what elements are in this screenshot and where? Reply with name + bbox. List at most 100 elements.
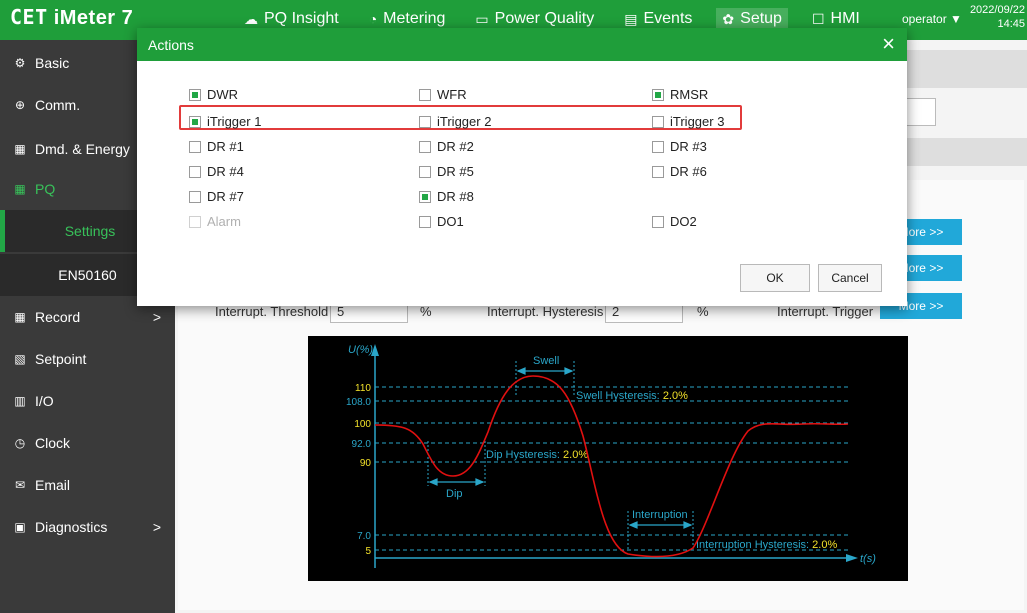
dip-label: Dip [446, 488, 463, 500]
interruption-hysteresis-label: Interruption Hysteresis: 2.0% [696, 539, 837, 551]
dialog-header: Actions × [137, 28, 907, 61]
option-dr-3[interactable]: DR #3 [652, 139, 707, 154]
checkbox[interactable] [419, 140, 431, 153]
checkbox[interactable] [189, 140, 201, 153]
settings-input[interactable] [906, 98, 936, 126]
option-alarm: Alarm [189, 214, 241, 229]
checkbox[interactable] [652, 140, 664, 153]
arrow-left-icon [428, 478, 438, 486]
option-wfr[interactable]: WFR [419, 87, 467, 102]
option-label: DR #4 [207, 164, 244, 179]
nav-hmi[interactable]: ☐ HMI [806, 8, 866, 30]
nav-label: Power Quality [494, 10, 595, 27]
option-itrigger-1[interactable]: iTrigger 1 [189, 114, 261, 129]
interruption-label: Interruption [632, 509, 688, 521]
option-label: DO1 [437, 214, 464, 229]
swell-label: Swell [533, 355, 559, 367]
pq-icon: ▦ [14, 182, 26, 196]
checkbox[interactable] [189, 115, 201, 128]
ok-button[interactable]: OK [740, 264, 810, 292]
main-nav: ☁ PQ Insight ◔ Metering ▭ Power Quality ▤ Ev… [238, 8, 866, 30]
option-do2[interactable]: DO2 [652, 214, 697, 229]
option-label: iTrigger 1 [207, 114, 262, 129]
basic-icon: ⚙ [14, 56, 26, 70]
datetime: 2022/09/22 14:45 [970, 3, 1025, 31]
dialog-title: Actions [148, 37, 194, 53]
nav-label: HMI [830, 10, 860, 27]
option-label: DR #6 [670, 164, 707, 179]
option-dr-4[interactable]: DR #4 [189, 164, 244, 179]
checkbox[interactable] [419, 190, 431, 203]
sidebar-item-label: Basic [35, 55, 70, 71]
option-dr-6[interactable]: DR #6 [652, 164, 707, 179]
option-label: DR #5 [437, 164, 474, 179]
interrupt-threshold-label: Interrupt. Threshold [215, 304, 329, 319]
record-icon: ▦ [14, 310, 26, 324]
nav-label: PQ Insight [264, 10, 339, 27]
sidebar-item-diagnostics[interactable]: ▣ Diagnostics > [0, 506, 175, 548]
option-label: DO2 [670, 214, 697, 229]
actions-dialog: Actions × DWR WFR RMSR iTrigger 1 iTrigg… [137, 28, 907, 306]
nav-metering[interactable]: ◔ Metering [363, 8, 452, 30]
checkbox[interactable] [419, 215, 431, 228]
arrow-right-icon [683, 521, 693, 529]
checkbox[interactable] [189, 165, 201, 178]
pq-insight-icon: ☁ [244, 10, 258, 27]
y-axis-label: U(%) [348, 344, 373, 356]
sidebar-item-setpoint[interactable]: ▧ Setpoint [0, 338, 175, 380]
option-label: DR #7 [207, 189, 244, 204]
interrupt-hysteresis-label: Interrupt. Hysteresis [487, 304, 604, 319]
option-do1[interactable]: DO1 [419, 214, 464, 229]
setup-icon: ✿ [722, 10, 735, 27]
option-dr-2[interactable]: DR #2 [419, 139, 474, 154]
unit-label: % [697, 304, 709, 319]
nav-label: Metering [383, 10, 446, 27]
checkbox[interactable] [652, 215, 664, 228]
metering-icon: ◔ [368, 11, 378, 27]
checkbox[interactable] [189, 88, 201, 101]
clock-icon: ◷ [14, 436, 26, 450]
sidebar-item-io[interactable]: ▥ I/O [0, 380, 175, 422]
y-tick-label: 7.0 [357, 531, 371, 542]
checkbox[interactable] [419, 115, 431, 128]
close-icon[interactable]: × [882, 31, 895, 57]
nav-setup[interactable]: ✿ Setup [716, 8, 788, 30]
nav-events[interactable]: ▤ Events [618, 8, 698, 30]
nav-pq-insight[interactable]: ☁ PQ Insight [238, 8, 345, 30]
option-label: WFR [437, 87, 467, 102]
cancel-button[interactable]: Cancel [818, 264, 882, 292]
option-dr-1[interactable]: DR #1 [189, 139, 244, 154]
unit-label: % [420, 304, 432, 319]
sidebar-item-label: Setpoint [35, 351, 87, 367]
y-tick-label: 108.0 [346, 397, 371, 408]
swell-hysteresis-value: 2.0% [663, 390, 688, 402]
nav-power-quality[interactable]: ▭ Power Quality [469, 8, 600, 30]
option-dr-7[interactable]: DR #7 [189, 189, 244, 204]
comm-icon: ⊕ [14, 98, 26, 112]
checkbox[interactable] [189, 190, 201, 203]
nav-label: Events [643, 10, 693, 27]
x-axis-arrow-icon [846, 554, 858, 562]
dip-hysteresis-label: Dip Hysteresis: 2.0% [486, 449, 588, 461]
pq-event-diagram-svg: U(%) t(s) 110 108.0 100 92.0 90 7.0 5 Sw… [346, 344, 876, 568]
checkbox[interactable] [652, 115, 664, 128]
option-itrigger-3[interactable]: iTrigger 3 [652, 114, 724, 129]
option-dr-8[interactable]: DR #8 [419, 189, 474, 204]
user-menu[interactable]: operator ▼ [902, 12, 962, 26]
option-label: DR #1 [207, 139, 244, 154]
option-rmsr[interactable]: RMSR [652, 87, 708, 102]
sidebar-item-email[interactable]: ✉ Email [0, 464, 175, 506]
time-text: 14:45 [997, 18, 1025, 30]
option-dwr[interactable]: DWR [189, 87, 238, 102]
sidebar-item-label: Dmd. & Energy [35, 141, 130, 157]
sidebar-item-label: Record [35, 309, 81, 325]
checkbox[interactable] [652, 165, 664, 178]
option-itrigger-2[interactable]: iTrigger 2 [419, 114, 491, 129]
checkbox[interactable] [419, 165, 431, 178]
date-text: 2022/09/22 [969, 4, 1025, 16]
dip-hysteresis-text: Dip Hysteresis: [486, 449, 560, 461]
option-dr-5[interactable]: DR #5 [419, 164, 474, 179]
checkbox[interactable] [419, 88, 431, 101]
sidebar-item-clock[interactable]: ◷ Clock [0, 422, 175, 464]
checkbox[interactable] [652, 88, 664, 101]
